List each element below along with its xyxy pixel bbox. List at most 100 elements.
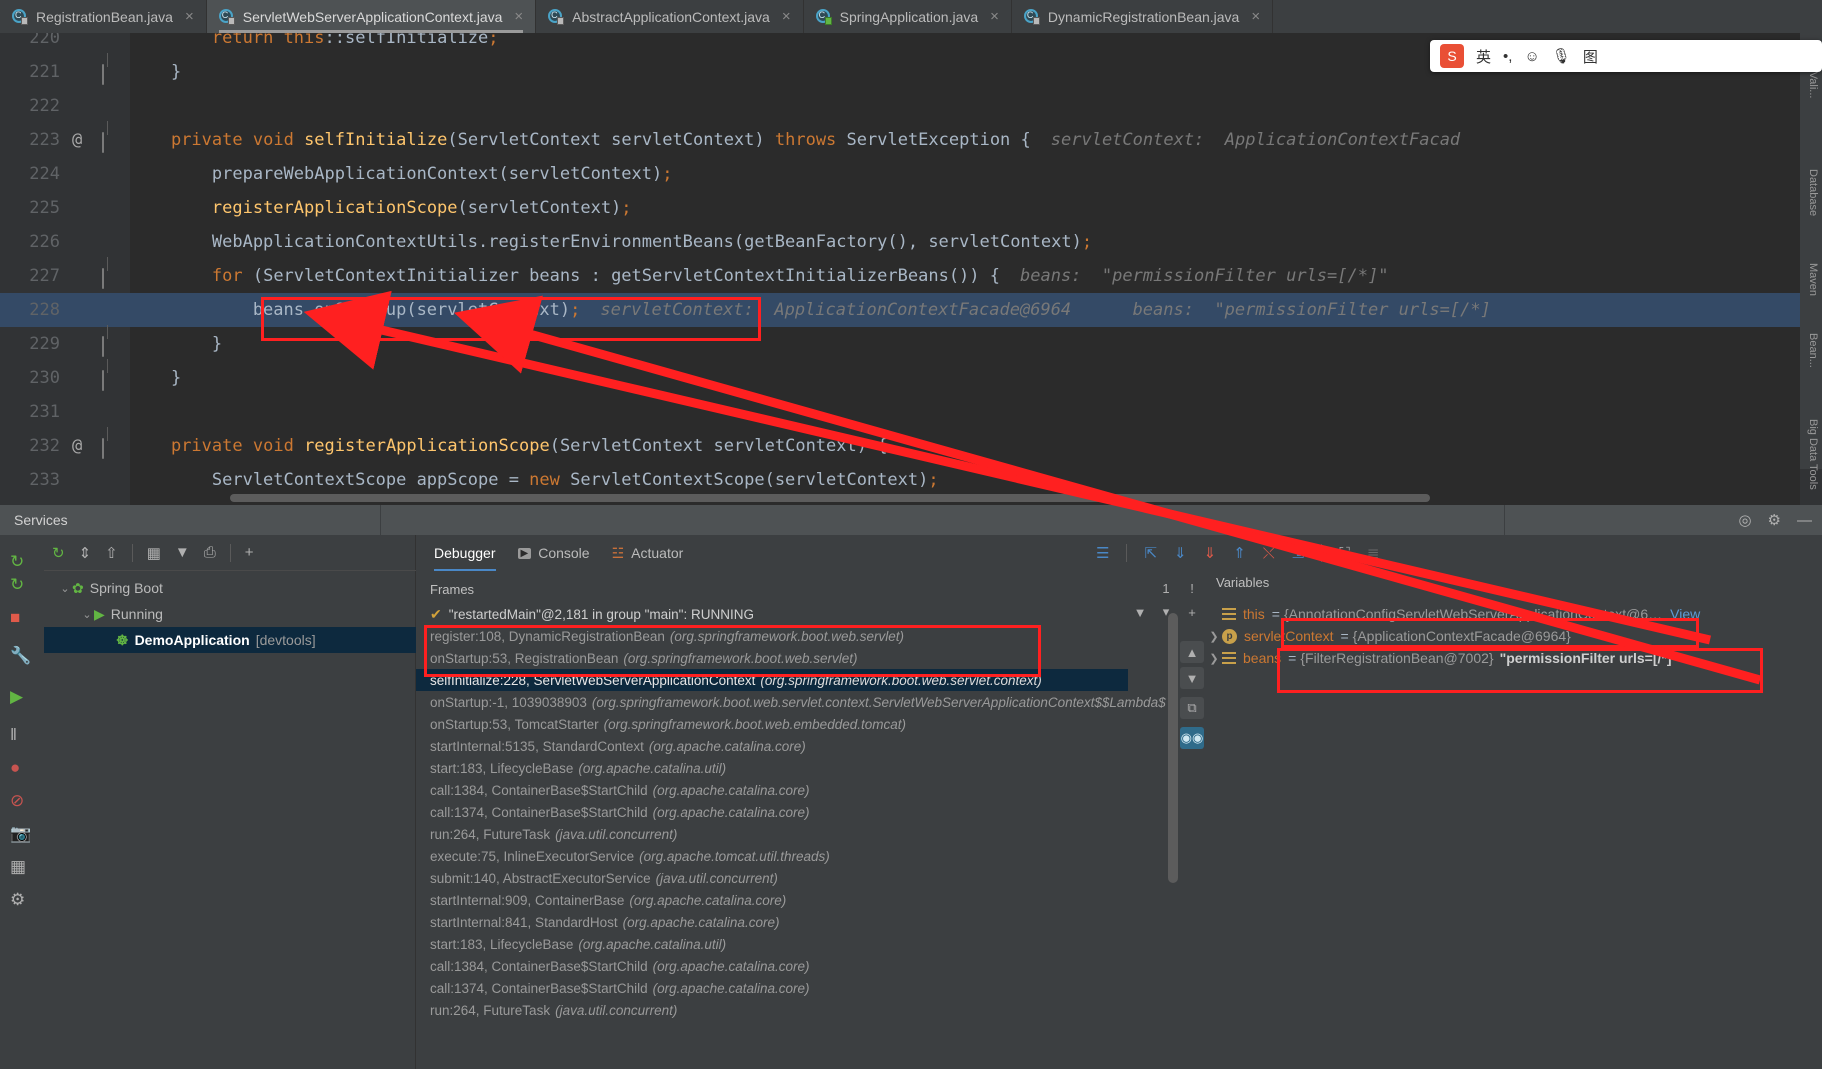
- ime-item-2[interactable]: ☺: [1524, 48, 1539, 65]
- drop-frame-icon[interactable]: ⤬: [1263, 545, 1275, 562]
- exclamation-icon[interactable]: !: [1180, 577, 1204, 599]
- annotation-gutter-icon[interactable]: @: [72, 130, 82, 150]
- scroll-down-icon[interactable]: ▼: [1180, 667, 1204, 689]
- editor-tab-0[interactable]: C RegistrationBean.java ×: [0, 0, 207, 33]
- code-line[interactable]: 225 registerApplicationScope(servletCont…: [0, 191, 1822, 225]
- frames-stack-row[interactable]: startInternal:841, StandardHost (org.apac…: [416, 911, 1128, 933]
- code-line[interactable]: 229 }: [0, 325, 1822, 361]
- code-line[interactable]: 231: [0, 395, 1822, 429]
- editor-tab-3[interactable]: C SpringApplication.java ×: [803, 0, 1012, 33]
- view-link[interactable]: View: [1670, 606, 1700, 622]
- frames-scrollbar[interactable]: [1168, 613, 1178, 1043]
- variable-row-servletContext[interactable]: ❯ p servletContext = {ApplicationContextFaca…: [1206, 625, 1822, 647]
- variable-row-beans[interactable]: ❯ beans = {FilterRegistrationBean@7002} "per…: [1206, 647, 1822, 669]
- ime-item-1[interactable]: •,: [1503, 48, 1512, 65]
- expand-all-icon[interactable]: ⇕: [79, 544, 92, 562]
- step-into-icon[interactable]: ⇓: [1174, 544, 1187, 562]
- debugger-tab-debugger[interactable]: Debugger: [434, 535, 496, 571]
- debugger-toolbar[interactable]: ☰ ⇱ ⇓ ⇓ ⇑ ⤬ ⇲ ⛶ ≣: [1096, 535, 1379, 571]
- ime-toolbar[interactable]: S 英 •, ☺ 🎙 图: [1430, 40, 1822, 72]
- ime-logo-icon[interactable]: S: [1440, 44, 1464, 68]
- close-icon[interactable]: ×: [782, 8, 791, 25]
- editor-tab-1[interactable]: C ServletWebServerApplicationContext.java…: [206, 0, 537, 33]
- frames-stack-row[interactable]: call:1384, ContainerBase$StartChild (org.…: [416, 955, 1128, 977]
- frames-thread-row[interactable]: ✔ "restartedMain"@2,181 in group "main": …: [416, 603, 1128, 625]
- frames-stack-row[interactable]: startInternal:909, ContainerBase (org.apa…: [416, 889, 1128, 911]
- code-fold-icon[interactable]: [102, 359, 116, 391]
- code-editor[interactable]: 220 return this::selfInitialize; 221 } 222…: [0, 33, 1822, 505]
- annotation-gutter-icon[interactable]: @: [72, 436, 82, 456]
- frames-stack-row[interactable]: start:183, LifecycleBase (org.apache.cata…: [416, 757, 1128, 779]
- evaluate-expression-icon[interactable]: ⛶: [1339, 545, 1350, 562]
- stop-icon[interactable]: ■: [10, 608, 34, 632]
- scrollbar-thumb[interactable]: [1168, 613, 1178, 883]
- tool-window-button[interactable]: Bean...: [1807, 333, 1819, 368]
- editor-code-area[interactable]: 220 return this::selfInitialize; 221 } 222…: [0, 33, 1822, 505]
- frames-stack-row[interactable]: call:1384, ContainerBase$StartChild (org.…: [416, 779, 1128, 801]
- code-line[interactable]: 226 WebApplicationContextUtils.registerE…: [0, 225, 1822, 259]
- code-fold-icon[interactable]: [102, 427, 116, 459]
- chevron-down-icon[interactable]: ⌄: [80, 608, 94, 621]
- force-step-into-icon[interactable]: ⇓: [1204, 544, 1217, 562]
- tool-window-button[interactable]: Big Data Tools: [1807, 419, 1819, 490]
- frames-stack-row[interactable]: start:183, LifecycleBase (org.apache.cata…: [416, 933, 1128, 955]
- chevron-down-icon[interactable]: ⌄: [58, 582, 72, 595]
- frames-side-actions[interactable]: 1 ! ▼ ▾ + ▲ ▼ ⧉ ◉◉: [1128, 575, 1204, 1069]
- chevron-right-icon[interactable]: ❯: [1206, 652, 1222, 665]
- settings-icon[interactable]: ≣: [1367, 544, 1380, 562]
- services-tree-panel[interactable]: ↻ ⇕ ⇧ ▦ ▼ ⎙ + ⌄ ✿ Spring Boot ⌄ ▶ Running ☸ Dem…: [44, 535, 416, 1069]
- frames-stack-row[interactable]: onStartup:53, TomcatStarter (org.springfr…: [416, 713, 1128, 735]
- frames-stack-row[interactable]: onStartup:-1, 1039038903 (org.springframe…: [416, 691, 1166, 713]
- editor-tab-4[interactable]: C DynamicRegistrationBean.java ×: [1011, 0, 1274, 33]
- debugger-tab-console[interactable]: ▶ Console: [517, 535, 590, 571]
- ime-item-4[interactable]: 图: [1583, 46, 1598, 67]
- variable-row-this[interactable]: this = {AnnotationConfigServletWebServerAp…: [1206, 603, 1822, 625]
- filter-icon[interactable]: ▼: [1128, 601, 1152, 623]
- frames-stack-row[interactable]: execute:75, InlineExecutorService (org.ap…: [416, 845, 1128, 867]
- tool-window-button[interactable]: Maven: [1807, 263, 1819, 296]
- layout-icon[interactable]: ▦: [10, 857, 34, 881]
- tool-window-button[interactable]: Database: [1807, 169, 1819, 216]
- frames-stack-row[interactable]: register:108, DynamicRegistrationBean (or…: [416, 625, 1128, 647]
- code-line[interactable]: 222: [0, 89, 1822, 123]
- code-line[interactable]: 232 @ private void registerApplicationSco…: [0, 427, 1822, 463]
- scroll-up-icon[interactable]: ▲: [1180, 641, 1204, 663]
- target-icon[interactable]: ◎: [1738, 511, 1751, 529]
- frames-list[interactable]: ✔ "restartedMain"@2,181 in group "main": …: [416, 603, 1166, 1069]
- watches-icon[interactable]: ◉◉: [1180, 727, 1204, 749]
- frames-stack-row[interactable]: submit:140, AbstractExecutorService (java…: [416, 867, 1128, 889]
- code-line[interactable]: 227 for (ServletContextInitializer beans…: [0, 257, 1822, 293]
- filter-icon[interactable]: ▼: [175, 544, 190, 561]
- settings-gear-icon[interactable]: ⚙: [1768, 511, 1781, 529]
- services-tree-item-demoapplication[interactable]: ☸ DemoApplication [devtools]: [44, 627, 416, 653]
- add-tab-icon[interactable]: ⎙: [204, 544, 216, 561]
- chevron-right-icon[interactable]: ❯: [1206, 630, 1222, 643]
- close-icon[interactable]: ×: [990, 8, 999, 25]
- services-tree-item-running[interactable]: ⌄ ▶ Running: [44, 601, 416, 627]
- frames-stack-row[interactable]: run:264, FutureTask (java.util.concurrent…: [416, 999, 1128, 1021]
- code-line[interactable]: 230 }: [0, 359, 1822, 395]
- code-line[interactable]: 228 beans.onStartup(servletContext); serv…: [0, 293, 1822, 327]
- rerun-icon[interactable]: ↻: [10, 552, 34, 576]
- variables-list[interactable]: this = {AnnotationConfigServletWebServerAp…: [1206, 603, 1822, 669]
- rerun-failed-icon[interactable]: ↻: [10, 575, 34, 599]
- ime-item-0[interactable]: 英: [1476, 46, 1491, 67]
- code-fold-icon[interactable]: [102, 257, 116, 289]
- frames-stack-row[interactable]: call:1374, ContainerBase$StartChild (org.…: [416, 801, 1128, 823]
- settings-gear-icon[interactable]: ⚙: [10, 890, 34, 914]
- show-execution-point-icon[interactable]: ☰: [1096, 544, 1109, 562]
- close-icon[interactable]: ×: [514, 8, 523, 25]
- wrench-icon[interactable]: 🔧: [10, 646, 34, 670]
- copy-icon[interactable]: ⧉: [1180, 697, 1204, 719]
- code-fold-icon[interactable]: [102, 53, 116, 85]
- scrollbar-thumb[interactable]: [230, 494, 1430, 502]
- frames-stack-row[interactable]: onStartup:53, RegistrationBean (org.sprin…: [416, 647, 1128, 669]
- frames-stack-row[interactable]: startInternal:5135, StandardContext (org.…: [416, 735, 1128, 757]
- editor-horizontal-scrollbar[interactable]: [130, 494, 1530, 502]
- debugger-panel[interactable]: Debugger ▶ Console ☳ Actuator ☰ ⇱ ⇓ ⇓ ⇑ ⤬ ⇲ …: [416, 535, 1822, 1069]
- minimize-icon[interactable]: —: [1797, 512, 1812, 529]
- frames-stack-row[interactable]: call:1374, ContainerBase$StartChild (org.…: [416, 977, 1128, 999]
- services-header-actions[interactable]: ◎ ⚙ —: [1738, 511, 1812, 530]
- group-by-icon[interactable]: ▦: [147, 544, 161, 562]
- code-line[interactable]: 224 prepareWebApplicationContext(servlet…: [0, 157, 1822, 191]
